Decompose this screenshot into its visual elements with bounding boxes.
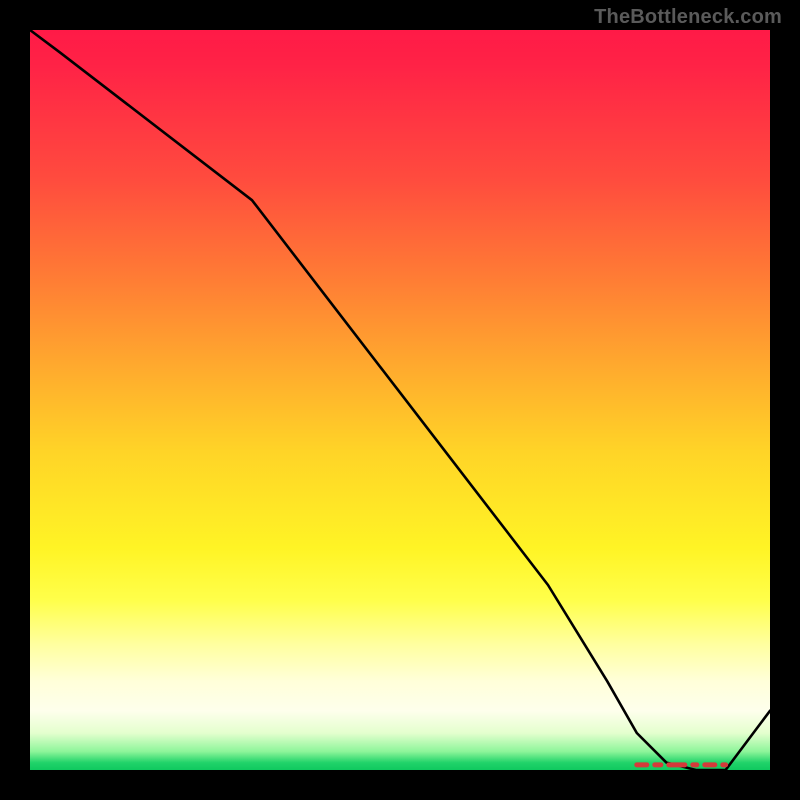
chart-svg [30, 30, 770, 770]
chart-area [30, 30, 770, 770]
stage: TheBottleneck.com [0, 0, 800, 800]
watermark-text: TheBottleneck.com [594, 6, 782, 29]
bottleneck-curve [30, 30, 770, 770]
